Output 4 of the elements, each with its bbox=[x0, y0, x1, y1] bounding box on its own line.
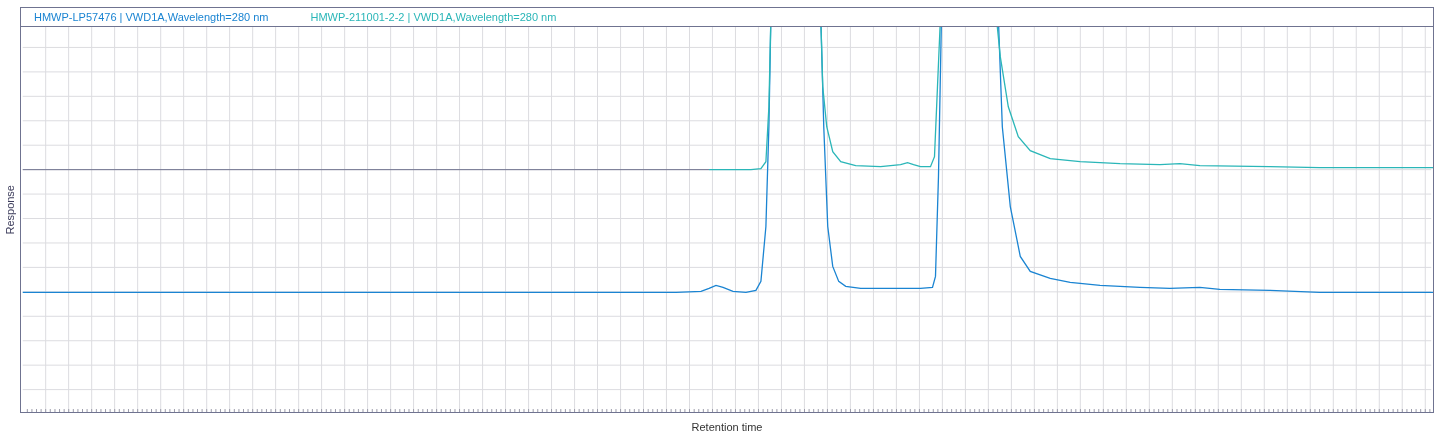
legend-label: HMWP-211001-2-2 | VWD1A,Wavelength=280 nm bbox=[310, 10, 557, 23]
y-axis-label: Response bbox=[4, 185, 16, 235]
x-axis-label: Retention time bbox=[691, 421, 763, 434]
legend-label: HMWP-LP57476 | VWD1A,Wavelength=280 nm bbox=[34, 10, 269, 23]
